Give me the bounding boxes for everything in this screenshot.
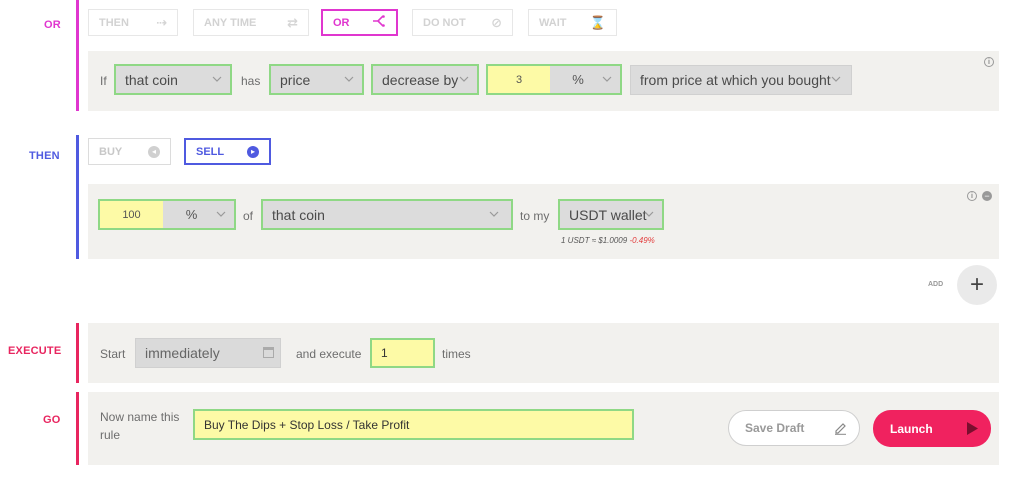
chevron-down-icon (459, 76, 469, 82)
tab-or-label: OR (333, 16, 350, 29)
save-draft-button[interactable]: Save Draft (728, 410, 860, 446)
play-icon (967, 422, 978, 435)
chevron-down-icon (489, 211, 499, 217)
wallet-rate-info: 1 USDT ≈ $1.0009 -0.49% (561, 236, 655, 245)
wallet-rate-text: 1 USDT ≈ $1.0009 (561, 236, 628, 245)
chevron-down-icon (831, 76, 841, 82)
tab-then[interactable]: THEN ⇢ (88, 9, 178, 36)
arrow-right-icon: ▸ (247, 145, 259, 158)
tab-do-not-label: DO NOT (423, 16, 466, 29)
start-timing-select[interactable]: immediately (135, 338, 281, 368)
sell-button[interactable]: SELL ▸ (184, 138, 271, 165)
tab-or[interactable]: OR (321, 9, 398, 36)
execute-times-value: 1 (381, 346, 388, 360)
forbidden-icon: ⊘ (491, 14, 502, 30)
wallet-rate-change: -0.49% (629, 236, 655, 245)
action-unit-value: % (185, 207, 198, 222)
action-amount-input[interactable]: 100 (100, 201, 163, 228)
condition-unit-select[interactable]: % (550, 66, 620, 93)
tab-do-not[interactable]: DO NOT ⊘ (412, 9, 513, 36)
buy-label: BUY (99, 145, 123, 158)
times-label: times (442, 347, 471, 361)
chevron-down-icon (216, 211, 226, 217)
action-wallet-value: USDT wallet (569, 206, 647, 223)
and-execute-label: and execute (296, 347, 362, 361)
action-asset-value: that coin (272, 206, 325, 223)
info-icon[interactable]: i (984, 57, 994, 67)
start-timing-value: immediately (145, 345, 220, 361)
tab-wait[interactable]: WAIT ⌛ (528, 9, 617, 36)
execute-section-bar (76, 323, 79, 383)
chevron-down-icon (344, 76, 354, 82)
tab-any-time[interactable]: ANY TIME ⇄ (193, 9, 309, 36)
name-prompt: Now name this rule (100, 410, 180, 442)
arrow-left-icon: ◂ (148, 145, 160, 158)
condition-subject-select[interactable]: that coin (114, 64, 232, 95)
info-icon[interactable]: i (967, 191, 977, 201)
launch-label: Launch (890, 421, 933, 436)
condition-amount-input[interactable]: 3 (488, 66, 550, 93)
start-label: Start (100, 347, 126, 361)
tab-then-label: THEN (99, 16, 129, 29)
calendar-icon (263, 347, 274, 358)
remove-action-icon[interactable]: − (982, 191, 992, 201)
action-wallet-select[interactable]: USDT wallet (558, 199, 664, 230)
rule-name-value: Buy The Dips + Stop Loss / Take Profit (204, 417, 410, 432)
condition-direction-value: decrease by (382, 71, 459, 88)
or-section-label: OR (44, 19, 61, 31)
branch-icon (372, 15, 386, 30)
condition-metric-value: price (280, 71, 311, 88)
condition-unit-value: % (572, 72, 584, 87)
to-my-label: to my (520, 209, 550, 223)
launch-button[interactable]: Launch (873, 410, 991, 447)
save-draft-label: Save Draft (745, 421, 805, 435)
chevron-down-icon (602, 76, 612, 82)
sell-label: SELL (196, 145, 225, 158)
add-label: ADD (928, 281, 944, 288)
plus-icon: + (969, 271, 984, 298)
has-label: has (241, 74, 261, 88)
of-label: of (243, 209, 254, 223)
condition-subject-value: that coin (125, 71, 178, 88)
execute-section-label: EXECUTE (8, 345, 62, 357)
chevron-down-icon (212, 76, 222, 82)
add-action-button[interactable]: + (957, 265, 997, 305)
pencil-icon (835, 423, 846, 435)
or-section-bar (76, 0, 79, 111)
action-amount-value: 100 (122, 208, 141, 221)
rule-name-input[interactable]: Buy The Dips + Stop Loss / Take Profit (193, 409, 634, 440)
condition-amount-value: 3 (515, 73, 523, 86)
condition-metric-select[interactable]: price (269, 64, 364, 95)
if-label: If (100, 74, 107, 88)
go-section-bar (76, 392, 79, 465)
then-section-bar (76, 135, 79, 259)
tab-any-time-label: ANY TIME (204, 16, 257, 29)
swap-arrows-icon: ⇄ (287, 14, 298, 30)
then-section-label: THEN (29, 150, 60, 162)
chevron-down-icon (644, 211, 654, 217)
go-section-label: GO (43, 414, 61, 426)
action-unit-select[interactable]: % (163, 201, 234, 228)
action-amount-group: 100 % (98, 199, 236, 230)
buy-button[interactable]: BUY ◂ (88, 138, 171, 165)
condition-direction-select[interactable]: decrease by (371, 64, 479, 95)
action-asset-select[interactable]: that coin (261, 199, 513, 230)
double-arrow-icon: ⇢ (156, 14, 167, 30)
condition-amount-group: 3 % (486, 64, 622, 95)
execute-times-input[interactable]: 1 (370, 338, 435, 368)
condition-reference-value: from price at which you bought (640, 72, 831, 88)
condition-reference-select[interactable]: from price at which you bought (630, 65, 852, 95)
tab-wait-label: WAIT (539, 16, 567, 29)
hourglass-icon: ⌛ (589, 14, 606, 30)
